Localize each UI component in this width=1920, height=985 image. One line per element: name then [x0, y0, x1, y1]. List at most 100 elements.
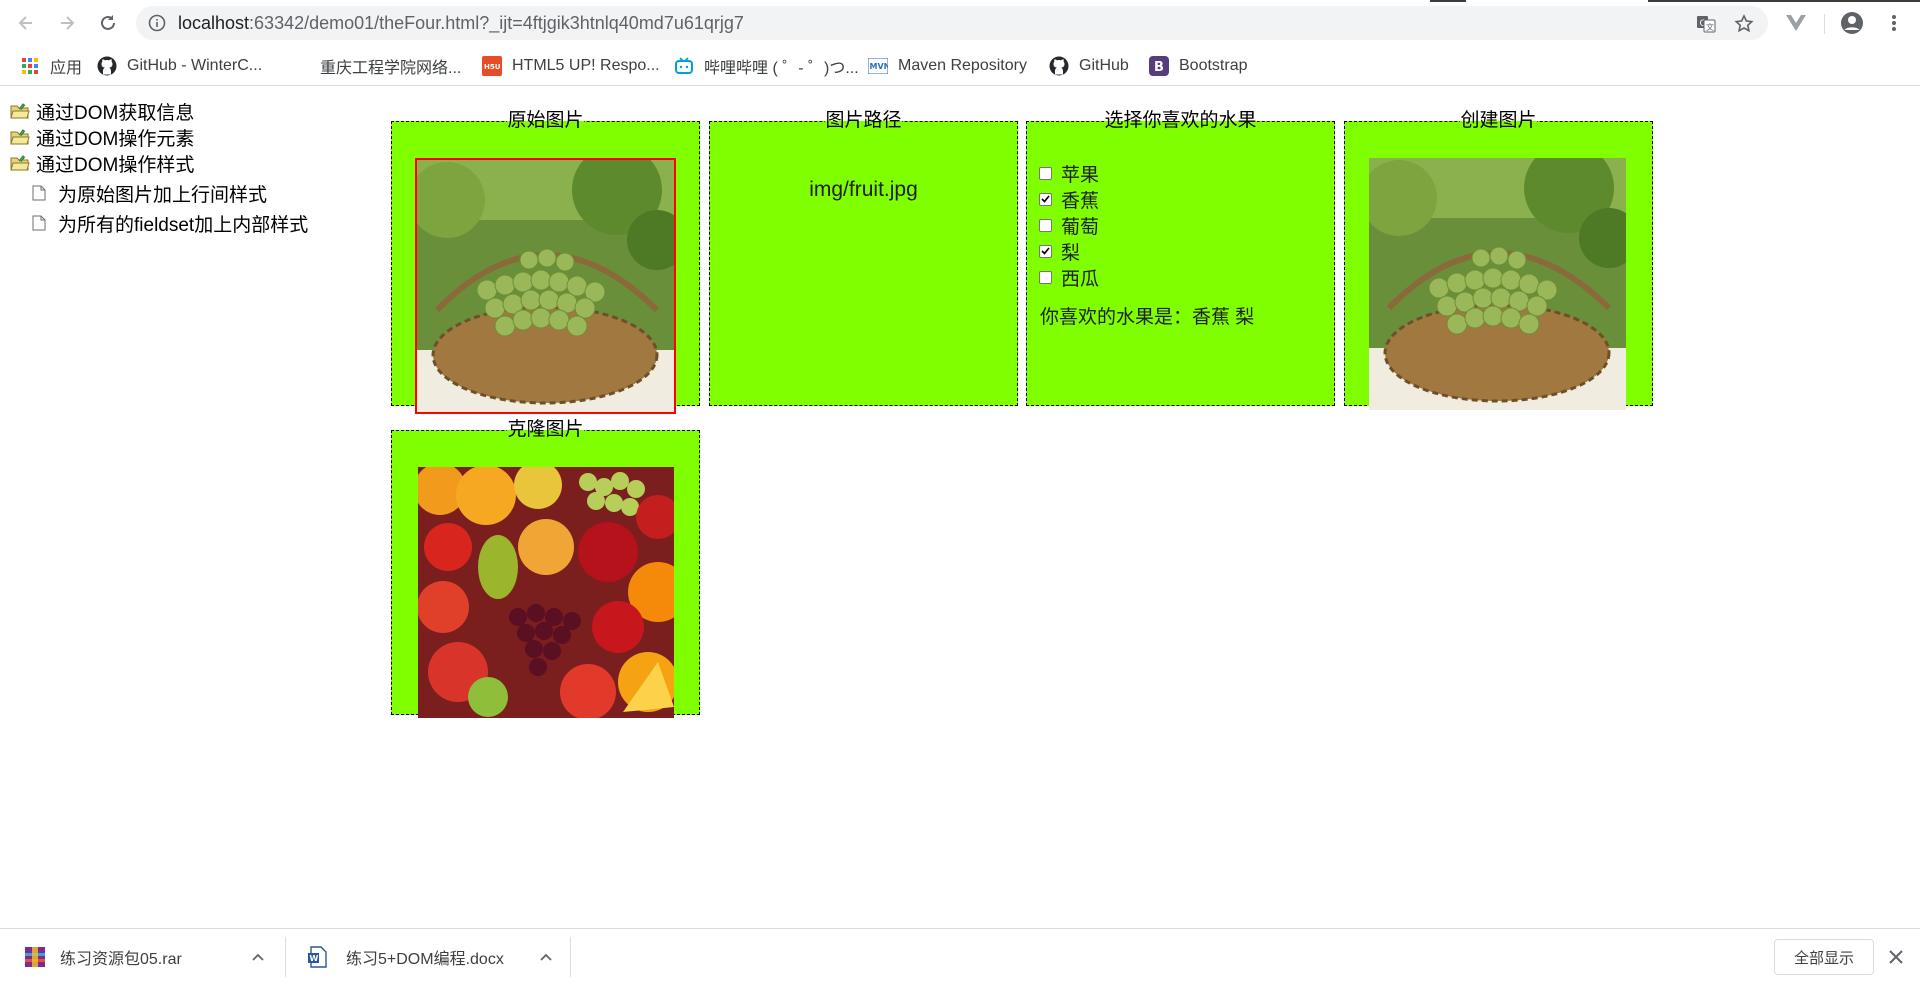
winrar-icon — [24, 946, 46, 968]
fruit-option-banana[interactable]: 香蕉 — [1039, 186, 1099, 212]
bookmark-github-winterc[interactable]: GitHub - WinterC... — [97, 52, 262, 80]
tree-child-fieldset-style[interactable]: 为所有的fieldset加上内部样式 — [32, 210, 308, 236]
chevron-up-icon[interactable] — [540, 953, 552, 961]
svg-text:MVN: MVN — [870, 62, 889, 71]
checkmark-icon — [1041, 247, 1050, 255]
fruit-option-apple[interactable]: 苹果 — [1039, 160, 1099, 186]
checkbox-banana[interactable] — [1039, 192, 1052, 206]
svg-text:H5U: H5U — [484, 63, 501, 71]
fruit-option-watermelon[interactable]: 西瓜 — [1039, 264, 1099, 290]
close-downloads-icon[interactable] — [1888, 949, 1904, 970]
download-filename: 练习资源包05.rar — [60, 951, 182, 968]
bookmark-label: Bootstrap — [1179, 57, 1248, 74]
bookmark-star-icon[interactable] — [1734, 14, 1754, 39]
tree-item-label: 为所有的fieldset加上内部样式 — [58, 214, 309, 236]
bookmark-apps[interactable]: 应用 — [20, 52, 82, 80]
svg-text:W: W — [310, 954, 319, 963]
chevron-up-icon[interactable] — [252, 953, 264, 961]
tree-item-dom-info[interactable]: 通过DOM获取信息 — [10, 98, 194, 124]
info-icon[interactable] — [148, 14, 166, 37]
fieldset-cloned-image: 克隆图片 — [391, 419, 700, 718]
bookmark-maven[interactable]: MVN Maven Repository — [868, 52, 1027, 80]
apps-grid-icon — [20, 56, 40, 76]
tree-item-dom-element[interactable]: 通过DOM操作元素 — [10, 124, 194, 150]
checkbox-pear[interactable] — [1039, 244, 1052, 258]
fruit-label: 葡萄 — [1061, 216, 1100, 238]
tree-item-dom-style[interactable]: 通过DOM操作样式 — [10, 150, 194, 176]
legend-cloned-image: 克隆图片 — [507, 419, 584, 440]
created-image — [1369, 158, 1626, 410]
url-text[interactable]: localhost:63342/demo01/theFour.html?_ijt… — [178, 6, 744, 40]
cloned-image — [418, 467, 674, 718]
bookmark-label: 重庆工程学院网络... — [320, 60, 462, 77]
download-separator — [570, 937, 571, 977]
html5up-icon: H5U — [482, 56, 502, 76]
grape-basket-image — [1369, 158, 1626, 410]
back-button[interactable] — [12, 9, 40, 37]
show-all-downloads-button[interactable]: 全部显示 — [1774, 939, 1874, 975]
browser-toolbar: localhost:63342/demo01/theFour.html?_ijt… — [0, 0, 1920, 46]
bookmark-label: 哔哩哔哩 ( ゜- ゜)つ... — [704, 60, 859, 77]
translate-icon[interactable]: G文 — [1696, 14, 1716, 39]
vue-devtools-extension-icon[interactable] — [1782, 9, 1810, 37]
original-image — [415, 158, 676, 414]
download-item-docx[interactable]: W 练习5+DOM编程.docx — [308, 929, 552, 985]
back-arrow-icon — [18, 16, 32, 30]
bookmark-bilibili[interactable]: 哔哩哔哩 ( ゜- ゜)つ... — [674, 52, 859, 80]
bookmark-github[interactable]: GitHub — [1049, 52, 1129, 80]
bookmark-bootstrap[interactable]: B Bootstrap — [1149, 52, 1247, 80]
legend-created-image: 创建图片 — [1460, 110, 1537, 131]
tree-child-inline-style[interactable]: 为原始图片加上行间样式 — [32, 180, 267, 206]
download-filename: 练习5+DOM编程.docx — [346, 951, 504, 968]
reload-button[interactable] — [94, 9, 122, 37]
mixed-fruit-image — [418, 467, 674, 718]
bookmark-label: HTML5 UP! Respo... — [512, 57, 660, 74]
fieldset-created-image: 创建图片 — [1344, 110, 1653, 410]
bookmarks-bar: 应用 GitHub - WinterC... 重庆工程学院网络... H5U H… — [0, 46, 1920, 86]
bookmark-label: GitHub - WinterC... — [127, 57, 263, 74]
legend-image-path: 图片路径 — [825, 110, 902, 131]
tree-item-label: 通过DOM获取信息 — [36, 102, 195, 124]
bookmark-label: Maven Repository — [898, 57, 1027, 74]
address-bar[interactable]: localhost:63342/demo01/theFour.html?_ijt… — [136, 6, 1768, 40]
downloads-bar: 练习资源包05.rar W 练习5+DOM编程.docx 全部显示 — [0, 928, 1920, 984]
bookmark-cqie[interactable]: 重庆工程学院网络... — [320, 52, 461, 80]
github-icon — [97, 56, 117, 76]
tab-strip-edge — [1648, 0, 1920, 2]
github-icon — [1049, 56, 1069, 76]
fruit-label: 香蕉 — [1061, 190, 1100, 212]
bookmark-html5up[interactable]: H5U HTML5 UP! Respo... — [482, 52, 660, 80]
checkbox-watermelon[interactable] — [1039, 270, 1052, 284]
checkbox-grape[interactable] — [1039, 218, 1052, 232]
open-folder-icon — [10, 155, 30, 171]
open-folder-icon — [10, 103, 30, 119]
bookmark-label: GitHub — [1079, 57, 1129, 74]
tree-item-label: 通过DOM操作元素 — [36, 128, 195, 150]
favorite-fruits-result: 你喜欢的水果是：香蕉 梨 — [1040, 307, 1255, 328]
tab-strip-edge — [1430, 0, 1466, 2]
download-separator — [285, 937, 286, 977]
checkbox-apple[interactable] — [1039, 166, 1052, 180]
fruit-option-pear[interactable]: 梨 — [1039, 238, 1099, 264]
bookmark-label: 应用 — [50, 60, 83, 77]
fieldset-fruit-select: 选择你喜欢的水果 苹果 香蕉 葡萄 梨 西瓜 你喜欢的水果是：香蕉 梨 — [1026, 110, 1335, 406]
tree-item-label: 为原始图片加上行间样式 — [58, 184, 268, 206]
tree-item-label: 通过DOM操作样式 — [36, 154, 195, 176]
fieldset-image-path: 图片路径 img/fruit.jpg — [709, 110, 1018, 406]
menu-kebab-icon[interactable] — [1880, 9, 1908, 37]
word-doc-icon: W — [308, 946, 328, 968]
fruit-label: 梨 — [1061, 242, 1081, 264]
forward-button[interactable] — [53, 9, 81, 37]
fruit-checkbox-list: 苹果 香蕉 葡萄 梨 西瓜 — [1039, 160, 1099, 290]
fieldset-original-image: 原始图片 — [391, 110, 700, 414]
fruit-label: 西瓜 — [1061, 268, 1100, 290]
download-item-rar[interactable]: 练习资源包05.rar — [24, 929, 264, 985]
checkmark-icon — [1041, 195, 1050, 203]
open-folder-icon — [10, 129, 30, 145]
profile-avatar-icon[interactable] — [1838, 9, 1866, 37]
svg-text:文: 文 — [1706, 22, 1714, 32]
grape-basket-image — [417, 160, 674, 412]
legend-fruit-select: 选择你喜欢的水果 — [1104, 110, 1257, 131]
toolbar-divider — [1824, 14, 1825, 34]
fruit-option-grape[interactable]: 葡萄 — [1039, 212, 1099, 238]
